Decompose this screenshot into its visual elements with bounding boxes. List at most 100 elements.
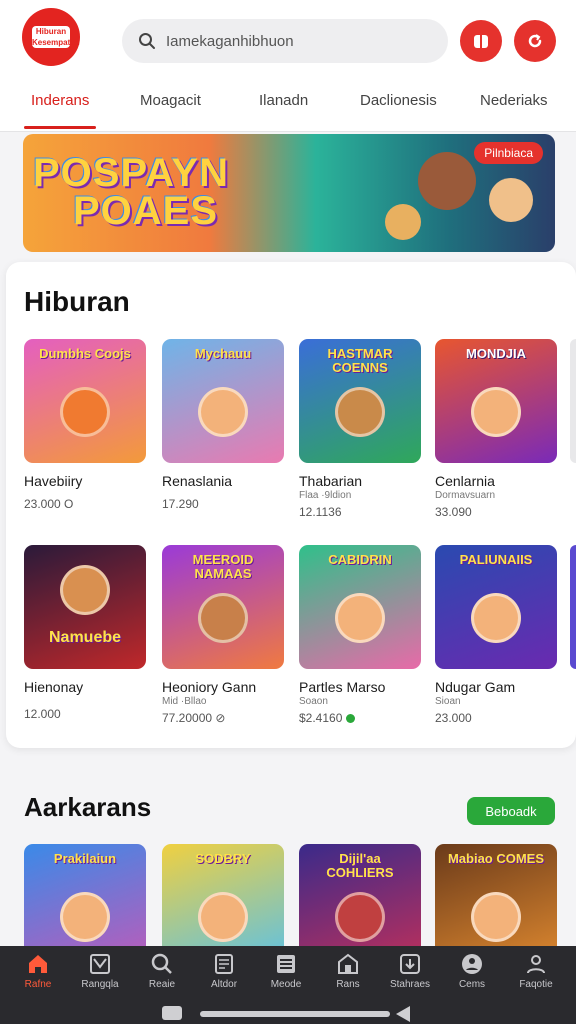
nav-faqotie[interactable]: Faqotie (506, 952, 566, 990)
game-tile[interactable]: HASTMAR COENNS Thabarian Flaa ·9ldion 12… (299, 339, 421, 519)
nav-label: Faqotie (519, 979, 553, 990)
game-thumbnail: Namuebe (24, 545, 146, 669)
character-icon (471, 387, 521, 437)
download-icon (400, 954, 420, 974)
character-icon (471, 593, 521, 643)
home-gesture-bar[interactable] (200, 1011, 390, 1017)
thumb-title: MEEROID NAMAAS (192, 552, 254, 581)
game-name: Partles Marso (299, 679, 386, 695)
character-icon (60, 892, 110, 942)
tab-ilanadn[interactable]: Ilanadn (259, 92, 308, 109)
game-thumbnail: MONDJIA (435, 339, 557, 463)
game-count-value: $2.4160 (299, 711, 343, 725)
banner-pet-icon (385, 204, 421, 240)
category-tabs: Inderans Moagacit Ilanadn Daclionesis Ne… (0, 82, 576, 132)
refresh-button[interactable] (514, 20, 556, 62)
thumb-title: Namuebe (48, 629, 122, 646)
thumb-title: Mychauu (194, 346, 252, 361)
game-tile[interactable]: Mychauu Renaslania 17.290 (162, 339, 284, 511)
logo-text: Hiburan Kesempatan (32, 26, 80, 48)
nav-label: Reaie (148, 979, 176, 990)
search-icon (151, 953, 172, 974)
gift-icon (474, 35, 488, 48)
nav-stahraes[interactable]: Stahraes (380, 952, 440, 990)
game-tile[interactable]: MONDJIA Cenlarnia Dormavsuarn 33.090 (435, 339, 557, 519)
section-title-aarkarans: Aarkarans (24, 792, 152, 822)
nav-cems[interactable]: Cems (442, 952, 502, 990)
game-count: 33.090 (435, 505, 472, 519)
back-gesture[interactable] (162, 1006, 182, 1020)
list-icon (277, 955, 295, 973)
promo-banner[interactable]: POSPAYN POAES Pilnbiaca (23, 134, 555, 252)
gift-button[interactable] (460, 20, 502, 62)
nav-home[interactable]: Rafne (8, 952, 68, 990)
character-icon (335, 892, 385, 942)
app-screen: Hiburan Kesempatan Iamekaganhibhuon Inde… (0, 0, 576, 1024)
next-tile-peek (570, 339, 576, 463)
game-count: 77.20000 ⊘ (162, 711, 226, 725)
nav-label: Stahraes (389, 979, 431, 990)
game-tile[interactable]: PALIUNAIIS Ndugar Gam Sioan 23.000 (435, 545, 557, 725)
games-icon (462, 954, 482, 974)
nav-altdor[interactable]: Altdor (194, 952, 254, 990)
banner-badge: Pilnbiaca (474, 142, 543, 164)
game-tile[interactable]: CABIDRIN Partles Marso Soaon $2.4160 (299, 545, 421, 725)
section-title-hiburan: Hiburan (24, 286, 130, 317)
game-count: 17.290 (162, 497, 199, 511)
character-icon (60, 565, 110, 615)
nav-label: Rans (336, 979, 360, 990)
tab-nederiaks[interactable]: Nederiaks (480, 92, 548, 109)
game-subtitle: Flaa ·9ldion (299, 490, 352, 501)
character-icon (335, 387, 385, 437)
game-tile[interactable]: Dumbhs Coojs Havebiiry 23.000 O (24, 339, 146, 511)
thumb-title: HASTMAR COENNS (327, 346, 393, 375)
game-name: Ndugar Gam (435, 679, 516, 695)
nav-label: Meode (270, 979, 302, 990)
app-logo[interactable]: Hiburan Kesempatan (22, 8, 80, 66)
nav-reaie[interactable]: Reaie (132, 952, 192, 990)
character-icon (198, 892, 248, 942)
thumb-title: Mabiao COMES (447, 851, 545, 866)
character-icon (198, 387, 248, 437)
character-icon (60, 387, 110, 437)
active-tab-indicator (24, 126, 96, 129)
refresh-icon (528, 34, 542, 48)
game-count: 23.000 (435, 711, 472, 725)
top-header: Hiburan Kesempatan Iamekaganhibhuon (0, 0, 576, 82)
tab-moagacit[interactable]: Moagacit (140, 92, 201, 109)
character-icon (335, 593, 385, 643)
banner-character-icon (418, 152, 476, 210)
nav-label: Rafne (24, 979, 52, 990)
tab-inderans[interactable]: Inderans (31, 92, 89, 109)
game-thumbnail: PALIUNAIIS (435, 545, 557, 669)
nav-rangqla[interactable]: Rangqla (70, 952, 130, 990)
recent-gesture[interactable] (396, 1006, 410, 1022)
game-thumbnail: HASTMAR COENNS (299, 339, 421, 463)
profile-icon (527, 955, 545, 974)
banner-title-line1: POSPAYN (33, 151, 229, 195)
category-icon (90, 954, 110, 974)
thumb-title: SODBRY (195, 851, 251, 866)
nav-label: Cems (458, 979, 486, 990)
nav-label: Altdor (210, 979, 238, 990)
nav-meode[interactable]: Meode (256, 952, 316, 990)
nav-rans[interactable]: Rans (318, 952, 378, 990)
see-all-button[interactable]: Beboadk (467, 797, 555, 825)
tab-daclionesis[interactable]: Daclionesis (360, 92, 437, 109)
search-bar[interactable]: Iamekaganhibhuon (122, 19, 448, 63)
thumb-title: Dijil'aa COHLIERS (326, 851, 394, 880)
search-input[interactable]: Iamekaganhibhuon (166, 33, 294, 50)
game-count: 12.1136 (299, 505, 342, 519)
game-tile[interactable]: MEEROID NAMAAS Heoniory Gann Mid ·Bllao … (162, 545, 284, 725)
game-tile[interactable]: Namuebe Hienonay 12.000 (24, 545, 146, 721)
game-name: Cenlarnia (435, 473, 495, 489)
game-count: 12.000 (24, 707, 61, 721)
game-count: $2.4160 (299, 711, 421, 725)
banner-character-icon (489, 178, 533, 222)
game-name: Renaslania (162, 473, 233, 489)
game-name: Thabarian (299, 473, 363, 489)
nav-label: Rangqla (81, 979, 119, 990)
thumb-title: Prakilaiun (53, 851, 117, 866)
thumb-title: Dumbhs Coojs (39, 346, 131, 361)
character-icon (471, 892, 521, 942)
